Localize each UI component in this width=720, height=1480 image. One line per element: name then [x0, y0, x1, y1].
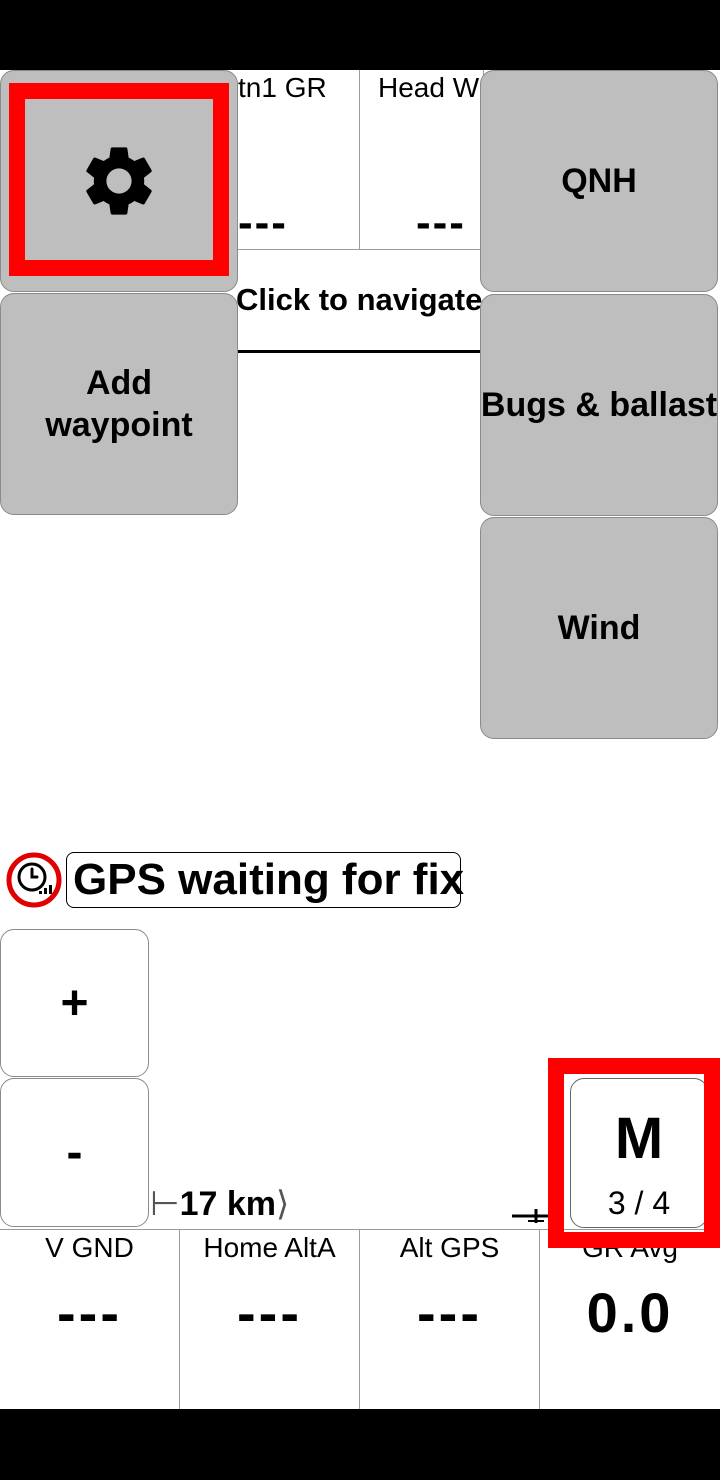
infobox-value: --- [57, 1281, 122, 1344]
mode-page-indicator: 3 / 4 [607, 1185, 671, 1221]
infobox-title: Home AltA [203, 1232, 336, 1263]
infobox-home-alta[interactable]: Home AltA --- [180, 1229, 360, 1409]
bugs-ballast-label: Bugs & ballast [480, 386, 718, 424]
infobox-title: GR Avg [582, 1232, 678, 1263]
infobox-value: --- [417, 1281, 482, 1344]
bugs-ballast-button[interactable]: Bugs & ballast [480, 294, 718, 516]
infobox-alt-gps[interactable]: Alt GPS --- [360, 1229, 540, 1409]
infobox-value: 0.0 [586, 1281, 674, 1344]
zoom-in-button[interactable]: + [0, 929, 149, 1077]
status-bar [0, 0, 720, 70]
infobox-tn1-gr[interactable]: tn1 GR --- [236, 70, 360, 250]
infobox-title: V GND [45, 1232, 134, 1263]
qnh-label: QNH [561, 162, 637, 200]
infobox-value: --- [237, 1281, 302, 1344]
navigate-underline [238, 350, 480, 353]
infobox-head-wind[interactable]: Head W --- [360, 70, 484, 250]
infobox-title: Alt GPS [399, 1232, 500, 1263]
infobox-title: Head W [378, 72, 480, 103]
gps-status-label: GPS waiting for fix [66, 852, 464, 908]
mode-button[interactable]: M 3 / 4 [570, 1078, 708, 1228]
add-waypoint-label: Add waypoint [45, 364, 193, 444]
gear-icon [86, 147, 152, 215]
infobox-value: --- [416, 198, 466, 247]
scale-text: 17 km [179, 1185, 277, 1223]
mode-letter: M [614, 1106, 664, 1171]
navigate-prompt[interactable]: Click to navigate [236, 282, 486, 318]
wind-button[interactable]: Wind [480, 517, 718, 739]
zoom-out-button[interactable]: - [0, 1078, 149, 1227]
gps-warning-icon [6, 852, 62, 908]
zoom-in-label: + [60, 976, 89, 1030]
qnh-button[interactable]: QNH [480, 70, 718, 292]
infobox-gr-avg[interactable]: GR Avg 0.0 [540, 1229, 720, 1409]
navigation-bar [0, 1409, 720, 1480]
infobox-title: tn1 GR [238, 72, 327, 103]
infobox-v-gnd[interactable]: V GND --- [0, 1229, 180, 1409]
aircraft-symbol-icon [512, 1209, 560, 1223]
map-scale: ⊢17 km⟩ [150, 1184, 289, 1224]
settings-button[interactable] [0, 70, 238, 292]
scale-left-cap: ⊢ [150, 1185, 180, 1223]
zoom-out-label: - [66, 1126, 83, 1179]
add-waypoint-button[interactable]: Add waypoint [0, 293, 238, 515]
scale-right-arrow-icon: ⟩ [276, 1185, 290, 1223]
wind-label: Wind [557, 609, 641, 647]
infobox-value: --- [238, 198, 288, 247]
